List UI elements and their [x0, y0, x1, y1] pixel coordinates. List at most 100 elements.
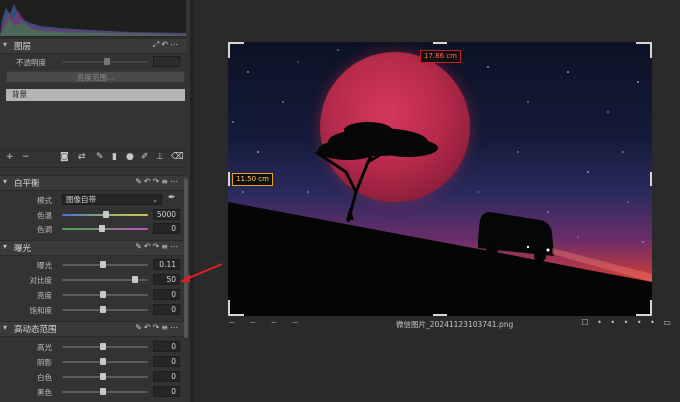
eraser-icon[interactable]: ⌫ — [171, 152, 184, 162]
hdr-value-field[interactable]: 0 — [153, 356, 180, 367]
hdr-slider-thumb[interactable] — [99, 388, 106, 395]
white-balance-tools[interactable]: ✎↶↷≡⋯ — [135, 177, 180, 186]
exposure-value-field[interactable]: 50 — [153, 274, 180, 285]
background-layer[interactable]: 背景 — [6, 89, 185, 101]
exposure-value-field[interactable]: 0.11 — [153, 259, 180, 270]
hdr-value-field[interactable]: 0 — [153, 341, 180, 352]
exposure-slider-thumb[interactable] — [99, 291, 106, 298]
more-icon[interactable]: ⋯ — [170, 242, 180, 251]
foreground-silhouette — [228, 122, 652, 316]
crop-handle-bottom-left[interactable] — [228, 300, 244, 316]
exposure-slider-thumb[interactable] — [132, 276, 139, 283]
viewer-footer: − − − − 微信图片_20241123103741.png ☐ • • • … — [194, 318, 680, 332]
exposure-row: 对比度 50 — [0, 273, 186, 287]
erase-icon[interactable]: ✐ — [141, 152, 149, 162]
chevron-down-icon[interactable]: ▾ — [3, 242, 7, 251]
gradient-icon[interactable]: ▮ — [112, 152, 117, 162]
undo-icon[interactable]: ↶ — [144, 242, 153, 251]
opacity-thumb[interactable] — [104, 58, 110, 65]
exposure-row-label: 饱和度 — [29, 306, 53, 315]
undo-icon[interactable]: ↶ — [144, 177, 153, 186]
tint-slider-track[interactable] — [62, 228, 148, 230]
tint-slider-thumb[interactable] — [99, 225, 105, 232]
layers-tools[interactable]: ⤢↶⋯ — [153, 40, 180, 50]
image-canvas[interactable]: 17.86 cm 11.50 cm — [228, 42, 652, 316]
wb-mode-value: 图像自带 — [66, 195, 96, 204]
pipette-icon[interactable]: ✒ — [168, 193, 176, 203]
chevron-down-icon[interactable]: ▾ — [3, 323, 7, 332]
menu-icon[interactable]: ≡ — [161, 177, 170, 186]
brightness-range-button[interactable]: 亮度范围... — [6, 71, 185, 83]
zoom-controls[interactable]: − − − − — [228, 318, 304, 327]
hdr-slider-thumb[interactable] — [99, 358, 106, 365]
exposure-tools[interactable]: ✎↶↷≡⋯ — [135, 242, 180, 251]
temp-slider-thumb[interactable] — [103, 211, 109, 218]
radial-icon[interactable]: ● — [126, 152, 134, 162]
layers-header[interactable]: ▾ 图层 ⤢↶⋯ — [0, 38, 186, 54]
pipette-icon[interactable]: ✎ — [135, 242, 144, 251]
exposure-header[interactable]: ▾ 曝光 ✎↶↷≡⋯ — [0, 240, 186, 256]
redo-icon[interactable]: ↷ — [153, 177, 162, 186]
undo-icon[interactable]: ↶ — [161, 40, 170, 49]
link-icon[interactable]: ⇄ — [78, 152, 86, 162]
crop-height-label: 11.50 cm — [232, 173, 273, 186]
redo-icon[interactable]: ↷ — [153, 242, 162, 251]
more-icon[interactable]: ⋯ — [170, 177, 180, 186]
crop-handle-left[interactable] — [228, 172, 230, 186]
exposure-slider-thumb[interactable] — [99, 306, 106, 313]
temp-value-field[interactable]: 5000 — [153, 209, 180, 220]
layer-toolbar: + − ◙ ⇄ ✎ ▮ ● ✐ ⊥ ⌫ — [0, 150, 186, 168]
pipette-icon[interactable]: ✎ — [135, 323, 144, 332]
chevron-down-icon[interactable]: ▾ — [3, 40, 7, 49]
hdr-header[interactable]: ▾ 高动态范围 ✎↶↷≡⋯ — [0, 321, 186, 337]
menu-icon[interactable]: ≡ — [161, 242, 170, 251]
wb-tint-row: 色调 0 — [0, 222, 186, 236]
hdr-title: 高动态范围 — [14, 325, 57, 335]
panel-scrollbar[interactable] — [184, 178, 188, 338]
exposure-slider-thumb[interactable] — [99, 261, 106, 268]
wb-temp-label: 色温 — [37, 211, 52, 220]
hdr-slider-thumb[interactable] — [99, 373, 106, 380]
chevron-down-icon[interactable]: ▾ — [3, 177, 7, 186]
pipette-icon[interactable]: ✎ — [135, 177, 144, 186]
view-options[interactable]: ☐ • • • • • ▭ — [581, 318, 674, 327]
hdr-value-field[interactable]: 0 — [153, 371, 180, 382]
hdr-slider-thumb[interactable] — [99, 343, 106, 350]
hdr-value-field[interactable]: 0 — [153, 386, 180, 397]
mask-icon[interactable]: ◙ — [60, 152, 69, 162]
crop-width-label: 17.86 cm — [420, 50, 461, 63]
more-icon[interactable]: ⋯ — [170, 40, 180, 49]
exposure-row: 饱和度 0 — [0, 303, 186, 317]
hdr-tools[interactable]: ✎↶↷≡⋯ — [135, 323, 180, 332]
wb-mode-label: 模式 — [37, 196, 52, 205]
crop-handle-top-right[interactable] — [636, 42, 652, 58]
opacity-row: 不透明度 — [0, 55, 186, 69]
hdr-row-label: 白色 — [37, 373, 52, 382]
crop-handle-top[interactable] — [433, 42, 447, 44]
tint-value-field[interactable]: 0 — [153, 223, 180, 234]
crop-handle-right[interactable] — [650, 172, 652, 186]
hdr-row: 阴影 0 — [0, 355, 186, 369]
exposure-value-field[interactable]: 0 — [153, 304, 180, 315]
crop-handle-top-left[interactable] — [228, 42, 244, 58]
tool-panel: ▾ 图层 ⤢↶⋯ 不透明度 亮度范围... 背景 + − ◙ ⇄ ✎ ▮ ● ✐… — [0, 0, 190, 402]
hdr-row-label: 高光 — [37, 343, 52, 352]
white-balance-title: 白平衡 — [14, 179, 40, 189]
exposure-value-field[interactable]: 0 — [153, 289, 180, 300]
hdr-row-label: 黑色 — [37, 388, 52, 397]
brush-icon[interactable]: ✎ — [96, 152, 104, 162]
menu-icon[interactable]: ≡ — [161, 323, 170, 332]
chevron-down-icon: ⌄ — [152, 196, 158, 204]
crop-handle-bottom-right[interactable] — [636, 300, 652, 316]
exposure-title: 曝光 — [14, 244, 32, 254]
remove-icon[interactable]: − — [22, 152, 30, 162]
white-balance-header[interactable]: ▾ 白平衡 ✎↶↷≡⋯ — [0, 175, 186, 191]
redo-icon[interactable]: ↷ — [153, 323, 162, 332]
crop-handle-bottom[interactable] — [433, 314, 447, 316]
undo-icon[interactable]: ↶ — [144, 323, 153, 332]
opacity-value[interactable] — [153, 56, 180, 67]
wb-mode-select[interactable]: 图像自带 ⌄ — [62, 194, 162, 205]
fill-icon[interactable]: ⊥ — [156, 152, 164, 162]
more-icon[interactable]: ⋯ — [170, 323, 180, 332]
add-icon[interactable]: + — [6, 152, 14, 162]
